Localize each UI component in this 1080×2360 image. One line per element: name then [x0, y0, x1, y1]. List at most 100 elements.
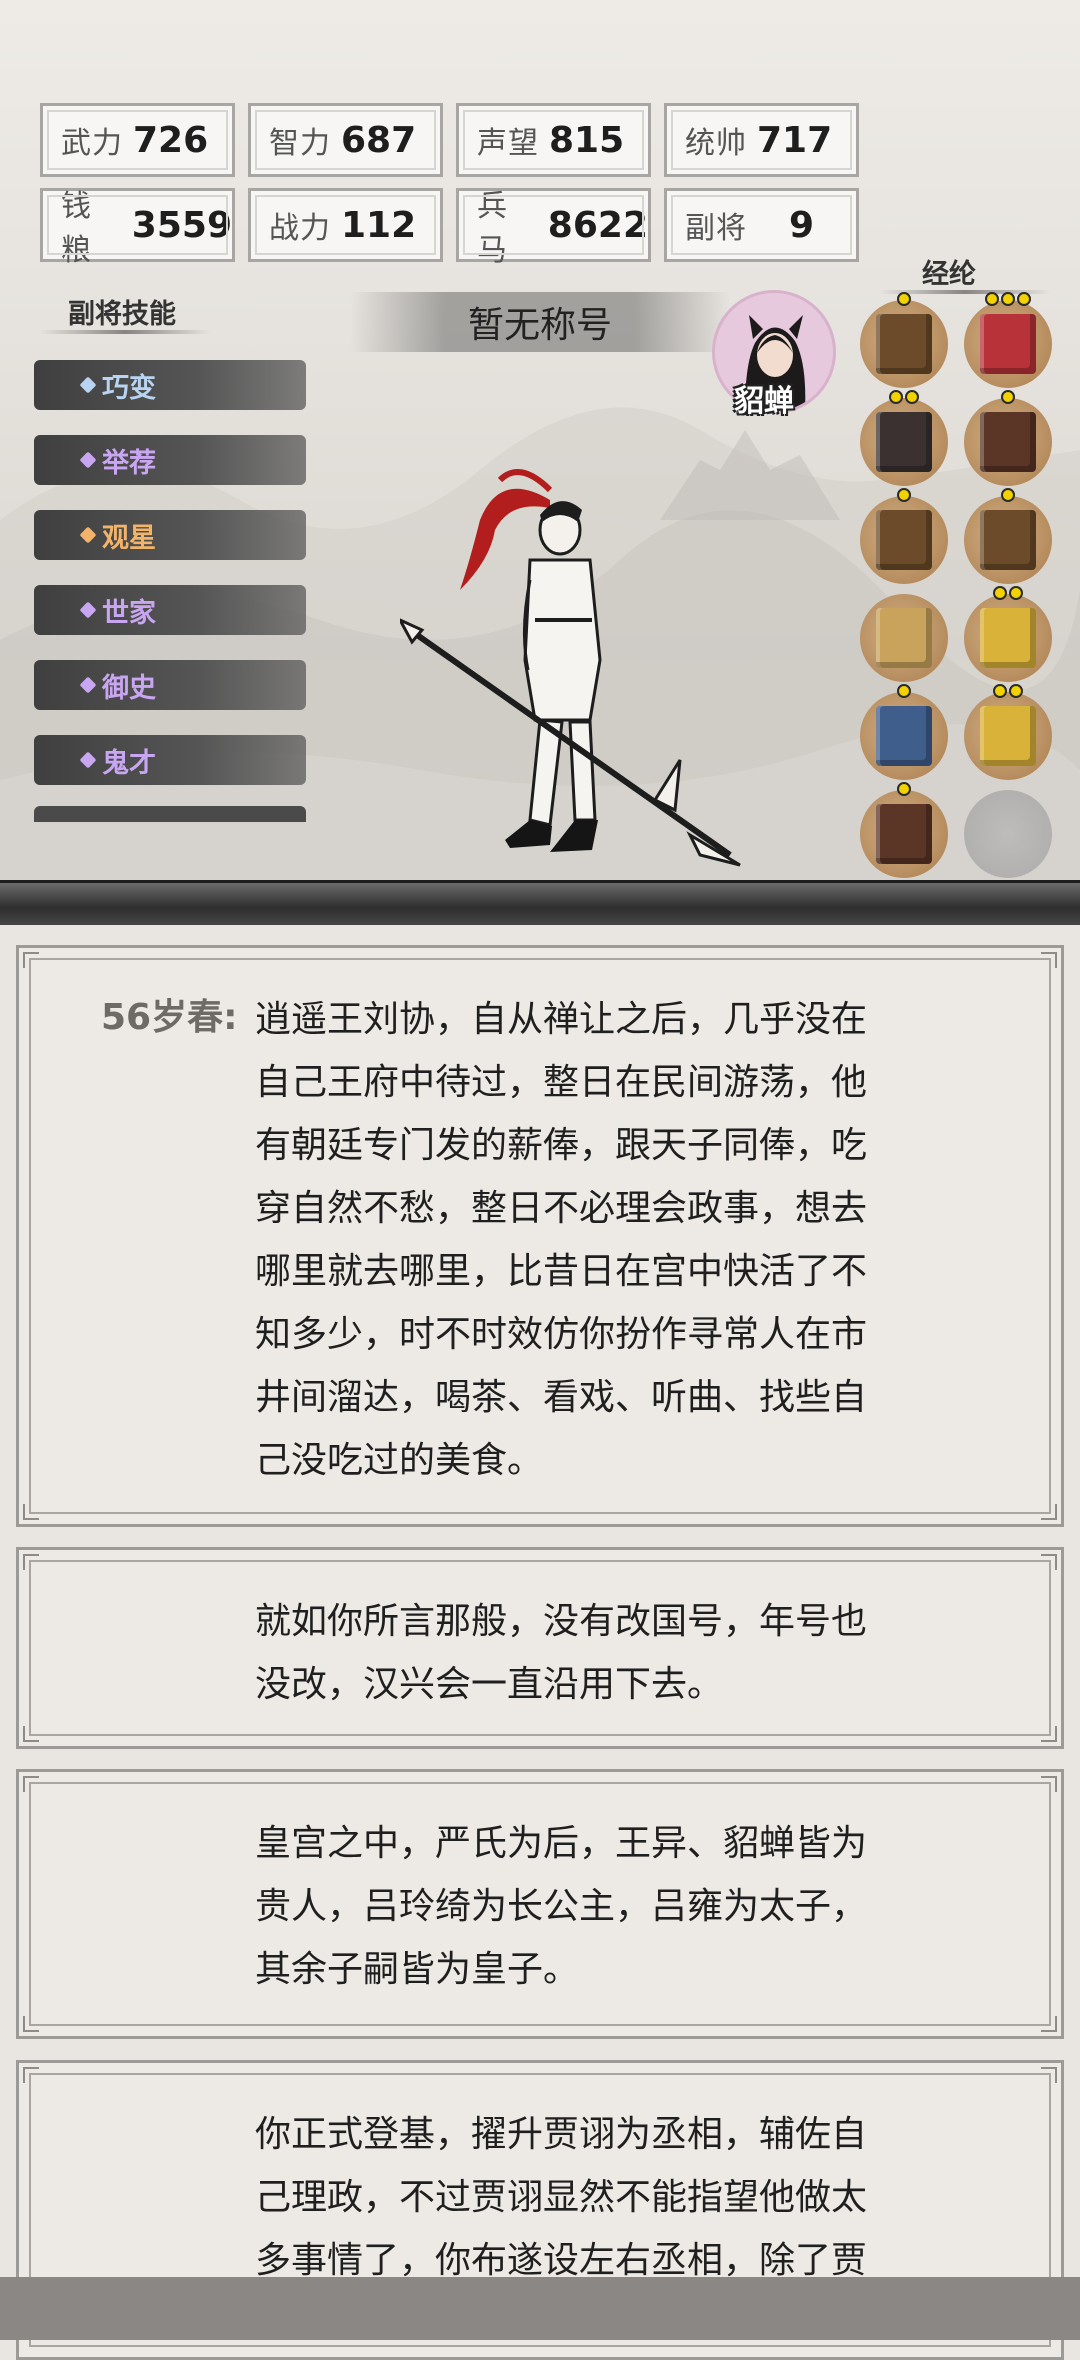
story-text: 皇宫之中，严氏为后，王异、貂蝉皆为 贵人，吕玲绮为长公主，吕雍为太子， 其余子嗣…	[255, 1812, 991, 2001]
star-rating	[964, 586, 1052, 600]
diamond-icon	[79, 451, 97, 469]
stat-bingma: 兵马 8622	[456, 188, 651, 268]
stat-value: 815	[549, 119, 625, 161]
book-slot[interactable]	[964, 488, 1052, 584]
stat-zhili: 智力 687	[248, 103, 443, 177]
book-slot[interactable]	[964, 684, 1052, 780]
skills-title: 副将技能	[68, 299, 176, 330]
jinglun-title: 经纶	[922, 259, 976, 290]
story-line: 就如你所言那般，没有改国号，年号也	[255, 1601, 868, 1642]
story-card: 皇宫之中，严氏为后，王异、貂蝉皆为 贵人，吕玲绮为长公主，吕雍为太子， 其余子嗣…	[16, 1769, 1064, 2039]
story-line: 没改，汉兴会一直沿用下去。	[255, 1664, 724, 1705]
scroll-icon	[876, 510, 932, 570]
story-line: 有朝廷专门发的薪俸，跟天子同俸，吃	[255, 1125, 868, 1166]
skill-item[interactable]: 世家	[34, 585, 306, 635]
book-slot[interactable]	[860, 594, 948, 682]
diamond-icon	[79, 526, 97, 544]
stat-label: 副将	[685, 211, 747, 246]
stat-label: 声望	[477, 126, 539, 161]
star-rating	[964, 488, 1052, 502]
stat-label: 钱粮	[61, 189, 92, 268]
stat-value: 9	[788, 204, 814, 246]
skill-label: 巧变	[102, 372, 156, 404]
story-line: 井间溜达，喝茶、看戏、听曲、找些自	[255, 1377, 868, 1418]
star-rating	[964, 684, 1052, 698]
story-line: 穿自然不愁，整日不必理会政事，想去	[255, 1188, 868, 1229]
empty-slot[interactable]	[964, 790, 1052, 878]
stat-label: 统帅	[685, 126, 747, 161]
book-slot[interactable]	[860, 684, 948, 780]
star-icon	[1001, 292, 1015, 306]
stat-fujiang: 副将 9	[664, 188, 859, 262]
star-rating	[860, 390, 948, 404]
star-icon	[897, 684, 911, 698]
red-book-icon	[980, 314, 1036, 374]
stat-value: 726	[133, 119, 209, 161]
book-slot[interactable]	[964, 292, 1052, 388]
star-rating	[860, 684, 948, 698]
story-card: 56岁春: 逍遥王刘协，自从禅让之后，几乎没在 自己王府中待过，整日在民间游荡，…	[16, 945, 1064, 1527]
book-slot[interactable]	[964, 586, 1052, 682]
dark-book-icon	[876, 412, 932, 472]
skill-item[interactable]: 鬼才	[34, 735, 306, 785]
star-icon	[1009, 684, 1023, 698]
stat-shengwang: 声望 815	[456, 103, 651, 177]
star-rating	[964, 390, 1052, 404]
scroll-icon	[980, 510, 1036, 570]
story-line: 你正式登基，擢升贾诩为丞相，辅佐自	[255, 2114, 868, 2155]
skill-item[interactable]: 举荐	[34, 435, 306, 485]
star-icon	[1001, 390, 1015, 404]
scroll-icon	[876, 314, 932, 374]
story-line: 贵人，吕玲绮为长公主，吕雍为太子，	[255, 1886, 868, 1927]
star-icon	[1009, 586, 1023, 600]
title-banner: 暂无称号	[350, 292, 730, 352]
skill-item[interactable]: 巧变	[34, 360, 306, 410]
star-rating	[860, 488, 948, 502]
book-slot[interactable]	[860, 782, 948, 878]
open-book-icon	[876, 608, 932, 668]
story-line: 己没吃过的美食。	[255, 1440, 544, 1481]
stat-value: 687	[341, 119, 417, 161]
brown-book-icon	[980, 412, 1036, 472]
bottom-bar	[0, 2277, 1080, 2340]
star-icon	[897, 488, 911, 502]
diamond-icon	[79, 376, 97, 394]
story-line: 知多少，时不时效仿你扮作寻常人在市	[255, 1314, 868, 1355]
stat-tongshuai: 统帅 717	[664, 103, 859, 177]
story-line: 皇宫之中，严氏为后，王异、貂蝉皆为	[255, 1823, 868, 1864]
skill-label: 鬼才	[102, 747, 156, 779]
star-rating	[860, 292, 948, 306]
star-rating	[964, 292, 1052, 306]
skill-item[interactable]: 御史	[34, 660, 306, 710]
star-icon	[897, 782, 911, 796]
story-text: 你正式登基，擢升贾诩为丞相，辅佐自 己理政，不过贾诩显然不能指望他做太 多事情了…	[255, 2103, 991, 2292]
stat-label: 战力	[269, 211, 331, 246]
stat-label: 智力	[269, 126, 331, 161]
skill-label: 观星	[102, 522, 156, 554]
stat-wuli: 武力 726	[40, 103, 235, 177]
book-slot[interactable]	[964, 390, 1052, 486]
stat-label: 武力	[61, 126, 123, 161]
gold-book-icon	[980, 608, 1036, 668]
stat-value: 3559	[131, 204, 232, 246]
story-line: 哪里就去哪里，比昔日在宫中快活了不	[255, 1251, 868, 1292]
star-icon	[897, 292, 911, 306]
stat-qianliang: 钱粮 3559	[40, 188, 235, 268]
story-line: 自己王府中待过，整日在民间游荡，他	[255, 1062, 868, 1103]
book-slot[interactable]	[860, 292, 948, 388]
stat-zhanli: 战力 112	[248, 188, 443, 262]
star-icon	[993, 684, 1007, 698]
skill-item-partial[interactable]	[34, 806, 306, 822]
skill-label: 举荐	[102, 447, 156, 479]
gold-book-icon	[980, 706, 1036, 766]
brown-book-icon	[876, 804, 932, 864]
skill-item[interactable]: 观星	[34, 510, 306, 560]
book-slot[interactable]	[860, 390, 948, 486]
book-slot[interactable]	[860, 488, 948, 584]
star-icon	[993, 586, 1007, 600]
star-icon	[1017, 292, 1031, 306]
diamond-icon	[79, 751, 97, 769]
divider	[40, 330, 210, 334]
general-character	[400, 469, 741, 867]
star-icon	[1001, 488, 1015, 502]
